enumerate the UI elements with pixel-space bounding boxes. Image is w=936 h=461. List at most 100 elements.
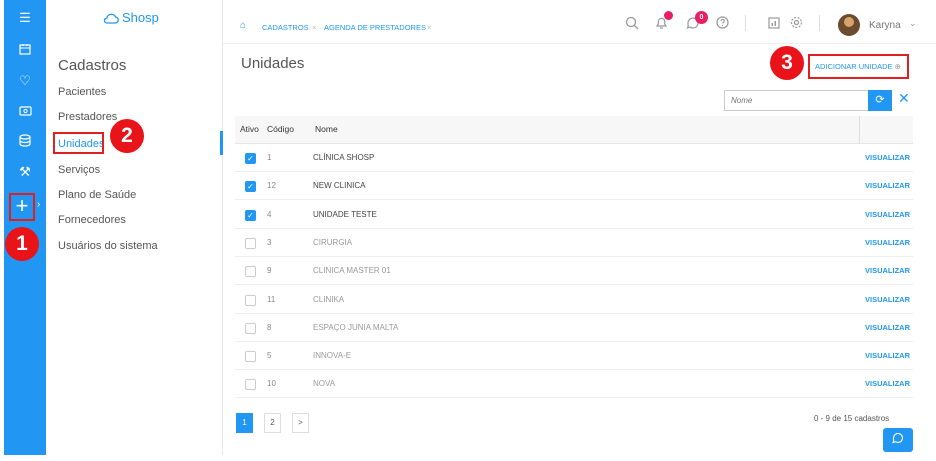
- active-checkbox[interactable]: ✓: [245, 153, 256, 164]
- page-1-button[interactable]: 1: [236, 413, 253, 433]
- sidebar-divider: [222, 0, 223, 455]
- view-link[interactable]: VISUALIZAR: [865, 238, 910, 247]
- notification-dot: [664, 11, 673, 20]
- view-link[interactable]: VISUALIZAR: [865, 379, 910, 388]
- avatar[interactable]: [838, 14, 860, 36]
- brand-logo[interactable]: Shosp: [103, 10, 159, 25]
- unit-code: 4: [267, 209, 272, 219]
- add-unit-button[interactable]: ADICIONAR UNIDADE ⊕: [808, 54, 909, 79]
- view-link[interactable]: VISUALIZAR: [865, 181, 910, 190]
- tab-agenda[interactable]: AGENDA DE PRESTADORES: [324, 23, 426, 32]
- unit-code: 3: [267, 237, 272, 247]
- view-link[interactable]: VISUALIZAR: [865, 153, 910, 162]
- unit-code: 10: [267, 379, 276, 389]
- help-icon[interactable]: [716, 16, 729, 32]
- sidebar-item-prestadores[interactable]: Prestadores: [58, 111, 117, 123]
- database-icon[interactable]: [4, 134, 46, 151]
- sidebar-item-fornecedores[interactable]: Fornecedores: [58, 214, 126, 226]
- sidebar-item-plano-de-saude[interactable]: Plano de Saúde: [58, 189, 136, 201]
- unit-name: NOVA: [313, 379, 336, 389]
- unit-name: CLINIKA: [313, 294, 345, 304]
- brand-name: Shosp: [122, 10, 159, 25]
- chat-badge: 0: [695, 11, 708, 24]
- refresh-button[interactable]: ⟳: [868, 90, 892, 111]
- annotation-badge-1: 1: [5, 227, 39, 261]
- view-link[interactable]: VISUALIZAR: [865, 210, 910, 219]
- chevron-down-icon[interactable]: ⌄: [909, 18, 917, 29]
- table-row: 11 CLINIKA VISUALIZAR: [235, 286, 913, 314]
- active-checkbox[interactable]: [245, 351, 256, 363]
- chevron-right-icon: ›: [37, 199, 41, 210]
- annotation-badge-3: 3: [770, 46, 804, 80]
- name-filter-input[interactable]: [724, 90, 868, 111]
- cloud-icon: [103, 13, 119, 24]
- view-link[interactable]: VISUALIZAR: [865, 351, 910, 360]
- column-codigo[interactable]: Código: [267, 124, 294, 134]
- clear-filter-icon[interactable]: ✕: [898, 90, 910, 107]
- table-row: 10 NOVA VISUALIZAR: [235, 370, 913, 399]
- unit-code: 5: [267, 351, 272, 361]
- topbar-divider: [819, 15, 820, 31]
- menu-icon[interactable]: ☰: [4, 10, 46, 26]
- sidebar-item-usuarios[interactable]: Usuários do sistema: [58, 240, 158, 252]
- sidebar-item-pacientes[interactable]: Pacientes: [58, 86, 106, 98]
- annotation-highlight-unidades: [53, 132, 104, 154]
- table-row: 9 CLINICA MASTER 01 VISUALIZAR: [235, 257, 913, 286]
- next-page-button[interactable]: >: [292, 413, 309, 433]
- sidebar-item-servicos[interactable]: Serviços: [58, 164, 100, 176]
- table-row: 3 CIRURGIA VISUALIZAR: [235, 229, 913, 257]
- active-checkbox[interactable]: [245, 266, 256, 278]
- unit-name: CIRURGIA: [313, 237, 353, 247]
- heart-icon[interactable]: ♡: [4, 73, 46, 89]
- close-tab-icon[interactable]: ×: [312, 23, 316, 32]
- user-name[interactable]: Karyna: [869, 20, 901, 31]
- cash-icon[interactable]: [4, 104, 46, 120]
- active-checkbox[interactable]: [245, 379, 256, 391]
- unit-name: UNIDADE TESTE: [313, 209, 377, 219]
- column-nome[interactable]: Nome: [315, 124, 338, 134]
- topbar-divider: [745, 15, 746, 31]
- active-checkbox[interactable]: [245, 237, 256, 249]
- view-link[interactable]: VISUALIZAR: [865, 295, 910, 304]
- page-2-button[interactable]: 2: [264, 413, 281, 433]
- unit-code: 11: [267, 294, 276, 304]
- active-checkbox[interactable]: [245, 294, 256, 306]
- close-tab-icon[interactable]: ×: [427, 23, 431, 32]
- home-icon[interactable]: ⌂: [240, 20, 246, 31]
- unit-name: NEW CLINICA: [313, 181, 366, 191]
- search-icon[interactable]: [625, 16, 639, 33]
- unit-name: CLINICA MASTER 01: [313, 266, 391, 276]
- chat-bubble-icon: [892, 432, 904, 444]
- active-indicator: [220, 131, 223, 155]
- column-ativo[interactable]: Ativo: [240, 124, 259, 134]
- sidebar-title: Cadastros: [58, 57, 127, 74]
- record-count: 0 - 9 de 15 cadastros: [814, 414, 890, 423]
- add-circle-icon: ⊕: [894, 62, 901, 71]
- gear-icon[interactable]: [790, 16, 803, 32]
- active-checkbox[interactable]: ✓: [245, 209, 256, 221]
- unit-code: 12: [267, 181, 276, 191]
- view-link[interactable]: VISUALIZAR: [865, 323, 910, 332]
- annotation-badge-2: 2: [110, 119, 144, 153]
- report-icon[interactable]: [768, 16, 780, 32]
- page-title: Unidades: [241, 55, 305, 72]
- column-divider: [859, 116, 860, 144]
- support-chat-button[interactable]: [883, 428, 913, 452]
- unit-name: ESPAÇO JUNIA MALTA: [313, 322, 399, 332]
- active-checkbox[interactable]: [245, 322, 256, 334]
- add-menu-button[interactable]: +: [9, 193, 35, 221]
- unit-code: 8: [267, 322, 272, 332]
- unit-name: CLÍNICA SHOSP: [313, 153, 375, 162]
- view-link[interactable]: VISUALIZAR: [865, 266, 910, 275]
- tools-icon[interactable]: ⚒: [4, 164, 46, 180]
- table-row: 8 ESPAÇO JUNIA MALTA VISUALIZAR: [235, 314, 913, 342]
- active-checkbox[interactable]: ✓: [245, 181, 256, 193]
- unit-code: 9: [267, 266, 272, 276]
- unit-name: INNOVA-E: [313, 351, 352, 361]
- table-row: ✓ 1 CLÍNICA SHOSP VISUALIZAR: [235, 144, 913, 172]
- add-unit-label: ADICIONAR UNIDADE: [815, 62, 893, 71]
- calendar-icon[interactable]: [4, 43, 46, 59]
- table-row: ✓ 4 UNIDADE TESTE VISUALIZAR: [235, 201, 913, 229]
- table-header: Ativo Código Nome: [235, 116, 913, 144]
- tab-cadastros[interactable]: CADASTROS: [262, 23, 309, 32]
